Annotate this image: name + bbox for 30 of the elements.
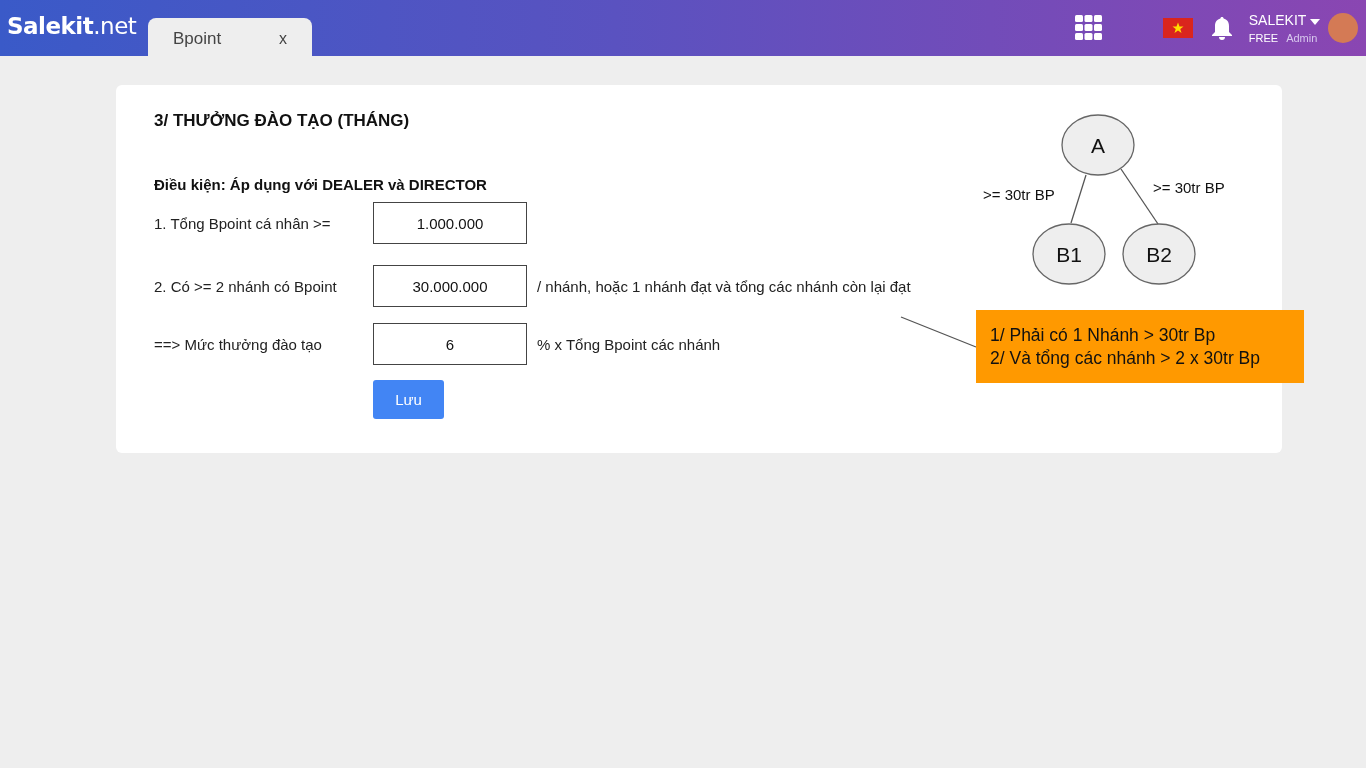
caret-icon[interactable] (1310, 19, 1320, 25)
bell-icon[interactable] (1210, 15, 1233, 41)
tree-edge (1070, 174, 1087, 224)
tree-node: B1 (1032, 223, 1106, 285)
edge-label: >= 30tr BP (1153, 179, 1225, 196)
input-field[interactable]: 1.000.000 (373, 202, 527, 244)
tree-node: A (1061, 114, 1135, 176)
tab-label: Bpoint (173, 29, 223, 49)
callout-text: 2/ Và tổng các nhánh > 2 x 30tr Bp (990, 347, 1261, 370)
input-field[interactable]: 30.000.000 (373, 265, 527, 307)
flag-icon[interactable] (1162, 18, 1193, 38)
field-label: ==> Mức thưởng đào tạo (154, 335, 323, 353)
tab-close[interactable]: x (279, 30, 287, 48)
field-suffix: / nhánh, hoặc 1 nhánh đạt và tổng các nhánh còn lại đạt (537, 277, 911, 295)
user-name[interactable]: SALEKIT (1248, 12, 1320, 28)
callout-text: 1/ Phải có 1 Nhánh > 30tr Bp (990, 324, 1217, 347)
condition-text: Điều kiện: Áp dụng với DEALER và DIRECTOR (154, 176, 487, 193)
plan-label: FREE (1248, 32, 1279, 44)
input-field[interactable]: 6 (373, 323, 527, 365)
tree-node: B2 (1122, 223, 1196, 285)
role-label: Admin (1286, 32, 1318, 44)
section-title: 3/ THƯỞNG ĐÀO TẠO (THÁNG) (154, 111, 411, 131)
field-suffix: % x Tổng Bpoint các nhánh (537, 335, 721, 353)
field-label: 2. Có >= 2 nhánh có Bpoint (154, 277, 338, 295)
logo[interactable]: Salekit.net (0, 13, 148, 39)
save-button[interactable]: Lưu (373, 380, 444, 419)
tab[interactable]: Bpoint x (148, 18, 312, 56)
apps-grid-icon[interactable] (1074, 15, 1103, 41)
field-label: 1. Tổng Bpoint cá nhân >= (154, 214, 332, 232)
edge-label: >= 30tr BP (983, 186, 1055, 203)
